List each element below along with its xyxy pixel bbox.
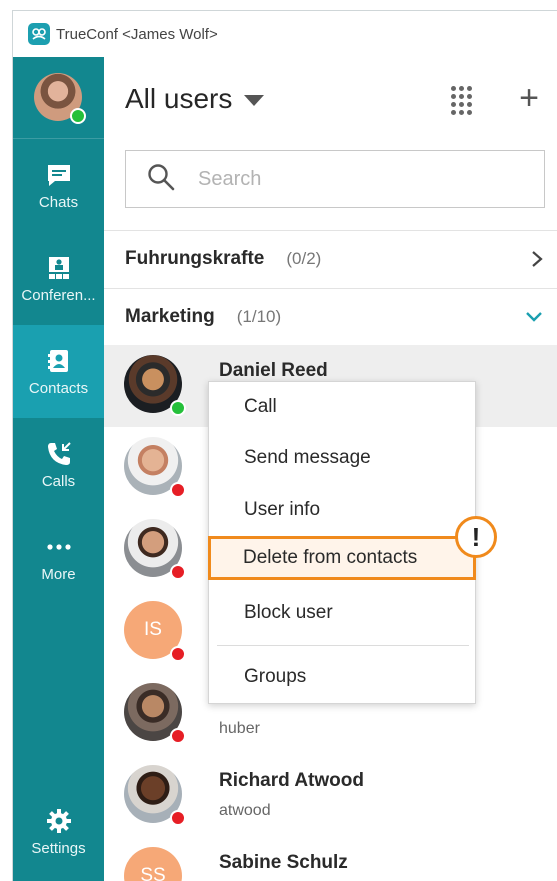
caret-down-icon xyxy=(244,95,265,106)
user-avatar[interactable] xyxy=(34,73,86,124)
search-icon xyxy=(146,162,176,197)
chevron-right-icon xyxy=(530,249,544,274)
sidebar-item-label: Chats xyxy=(38,194,79,211)
menu-divider xyxy=(217,645,469,646)
avatar-initials: SS xyxy=(140,865,166,881)
sidebar-item-label: Calls xyxy=(41,473,76,490)
calls-icon xyxy=(45,439,73,469)
offline-status-dot xyxy=(170,482,186,498)
menu-item-delete-from-contacts[interactable]: Delete from contacts xyxy=(208,536,476,580)
trueconf-logo-icon xyxy=(28,23,50,45)
menu-item-user-info[interactable]: User info xyxy=(209,488,475,532)
contact-name: Daniel Reed xyxy=(219,360,328,381)
sidebar-item-contacts[interactable]: Contacts xyxy=(13,325,104,418)
title-bar: TrueConf <James Wolf> xyxy=(13,11,557,57)
avatar: IS xyxy=(124,601,186,662)
sidebar: Chats Conferen... Contacts Calls More Se… xyxy=(13,57,104,881)
search-box[interactable] xyxy=(125,150,545,208)
group-count: (1/10) xyxy=(236,307,282,326)
online-status-dot xyxy=(170,400,186,416)
avatar: SS xyxy=(124,847,182,881)
sidebar-item-label: More xyxy=(41,566,76,583)
group-count: (0/2) xyxy=(286,249,322,268)
contact-row[interactable]: SS Sabine Schulz xyxy=(104,837,557,881)
avatar xyxy=(124,683,186,744)
group-fuhrungskrafte[interactable]: Fuhrungskrafte (0/2) xyxy=(104,231,557,287)
avatar xyxy=(124,437,186,498)
window-title: TrueConf <James Wolf> xyxy=(56,25,218,43)
group-name: Marketing xyxy=(125,306,215,327)
avatar-initials: IS xyxy=(144,619,162,640)
sidebar-item-label: Contacts xyxy=(28,380,89,397)
conference-icon xyxy=(45,253,73,283)
avatar xyxy=(124,519,186,580)
context-menu: Call Send message User info Delete from … xyxy=(208,381,476,704)
avatar xyxy=(124,765,186,826)
chat-icon xyxy=(45,160,73,190)
contact-login: huber xyxy=(219,720,260,737)
dialpad-button[interactable] xyxy=(449,85,473,115)
offline-status-dot xyxy=(170,564,186,580)
search-input[interactable] xyxy=(198,167,498,191)
contact-row[interactable]: Richard Atwood atwood xyxy=(104,755,557,837)
contacts-icon xyxy=(45,346,73,376)
contact-login: atwood xyxy=(219,802,271,819)
group-marketing[interactable]: Marketing (1/10) xyxy=(104,289,557,345)
sidebar-item-chats[interactable]: Chats xyxy=(13,139,104,232)
menu-item-send-message[interactable]: Send message xyxy=(209,436,475,480)
sidebar-item-label: Conferen... xyxy=(21,287,96,304)
online-status-dot xyxy=(70,108,86,124)
more-icon xyxy=(45,532,73,562)
sidebar-item-conferences[interactable]: Conferen... xyxy=(13,232,104,325)
add-contact-button[interactable]: + xyxy=(514,80,544,116)
sidebar-item-label: Settings xyxy=(31,839,86,857)
offline-status-dot xyxy=(170,810,186,826)
avatar xyxy=(124,355,186,416)
gear-icon xyxy=(45,806,73,836)
offline-status-dot xyxy=(170,646,186,662)
sidebar-item-settings[interactable]: Settings xyxy=(13,788,104,874)
warning-icon: ! xyxy=(455,516,497,558)
sidebar-item-more[interactable]: More xyxy=(13,511,104,604)
chevron-down-icon xyxy=(524,307,544,332)
offline-status-dot xyxy=(170,728,186,744)
contact-name: Sabine Schulz xyxy=(219,852,348,873)
menu-item-call[interactable]: Call xyxy=(209,385,475,429)
page-title: All users xyxy=(125,83,233,114)
contact-name: Richard Atwood xyxy=(219,770,364,791)
sidebar-item-calls[interactable]: Calls xyxy=(13,418,104,511)
menu-item-block-user[interactable]: Block user xyxy=(209,591,475,635)
user-list-selector[interactable]: All users xyxy=(125,83,265,115)
menu-item-groups[interactable]: Groups xyxy=(209,655,475,699)
group-name: Fuhrungskrafte xyxy=(125,248,265,269)
